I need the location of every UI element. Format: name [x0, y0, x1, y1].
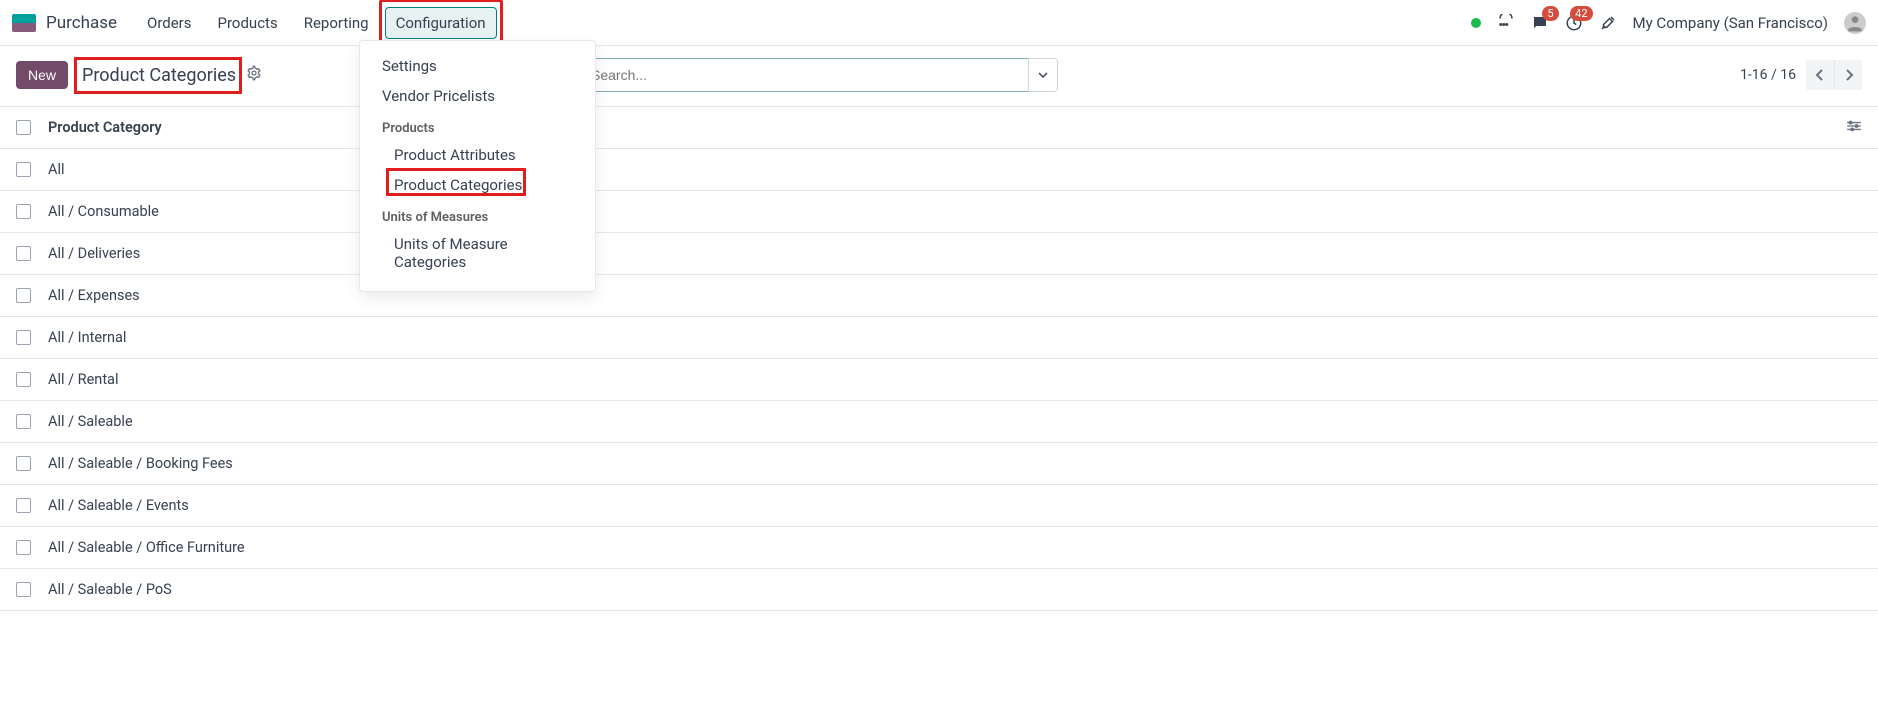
- row-checkbox[interactable]: [16, 540, 31, 555]
- app-icon[interactable]: [12, 14, 36, 32]
- nav-item-orders[interactable]: Orders: [137, 8, 202, 38]
- company-switcher[interactable]: My Company (San Francisco): [1633, 14, 1828, 32]
- tools-icon[interactable]: [1599, 14, 1617, 32]
- dropdown-product-categories-label: Product Categories: [394, 176, 522, 194]
- control-bar: New Product Categories 1-16 / 16: [0, 46, 1878, 106]
- table-row[interactable]: All / Expenses: [0, 275, 1878, 317]
- pager-text: 1-16 / 16: [1740, 67, 1796, 83]
- table-header-row: Product Category: [0, 107, 1878, 149]
- nav-item-configuration[interactable]: Configuration: [385, 7, 497, 39]
- table-row[interactable]: All / Internal: [0, 317, 1878, 359]
- select-all-checkbox[interactable]: [16, 120, 31, 135]
- table-row[interactable]: All / Consumable: [0, 191, 1878, 233]
- dropdown-product-categories[interactable]: Product Categories: [360, 170, 595, 200]
- category-name: All / Consumable: [46, 203, 1862, 220]
- row-checkbox[interactable]: [16, 414, 31, 429]
- table-row[interactable]: All / Saleable / Booking Fees: [0, 443, 1878, 485]
- dropdown-uom-header: Units of Measures: [360, 200, 595, 229]
- search-wrap: [580, 58, 1058, 92]
- row-checkbox[interactable]: [16, 498, 31, 513]
- category-name: All / Saleable / PoS: [46, 581, 1862, 598]
- nav-items: Orders Products Reporting Configuration: [137, 7, 497, 39]
- category-name: All / Saleable / Events: [46, 497, 1862, 514]
- pager-area: 1-16 / 16: [1740, 60, 1862, 90]
- row-checkbox[interactable]: [16, 456, 31, 471]
- pager-prev[interactable]: [1806, 60, 1834, 90]
- pager-next[interactable]: [1834, 60, 1862, 90]
- search-dropdown-toggle[interactable]: [1028, 58, 1058, 92]
- new-button[interactable]: New: [16, 61, 68, 89]
- app-title[interactable]: Purchase: [46, 13, 117, 33]
- user-avatar[interactable]: [1844, 12, 1866, 34]
- dropdown-products-header: Products: [360, 111, 595, 140]
- voip-icon[interactable]: [1497, 14, 1515, 32]
- category-name: All / Deliveries: [46, 245, 1862, 262]
- table-row[interactable]: All / Saleable: [0, 401, 1878, 443]
- messages-icon[interactable]: 5: [1531, 14, 1549, 32]
- row-checkbox[interactable]: [16, 204, 31, 219]
- gear-icon[interactable]: [246, 65, 262, 85]
- column-header-category[interactable]: Product Category: [46, 119, 1846, 136]
- category-name: All / Saleable / Booking Fees: [46, 455, 1862, 472]
- column-options-icon[interactable]: [1846, 120, 1862, 136]
- category-name: All / Saleable / Office Furniture: [46, 539, 1862, 556]
- category-name: All: [46, 161, 1862, 178]
- top-nav: Purchase Orders Products Reporting Confi…: [0, 0, 1878, 46]
- row-checkbox[interactable]: [16, 288, 31, 303]
- table-row[interactable]: All / Deliveries: [0, 233, 1878, 275]
- breadcrumb: Product Categories: [78, 63, 240, 88]
- dropdown-uom-categories[interactable]: Units of Measure Categories: [360, 229, 595, 277]
- category-name: All / Rental: [46, 371, 1862, 388]
- search-input[interactable]: [580, 58, 1028, 92]
- topnav-right: 5 42 My Company (San Francisco): [1471, 12, 1866, 34]
- table-row[interactable]: All / Saleable / PoS: [0, 569, 1878, 611]
- table-row[interactable]: All: [0, 149, 1878, 191]
- nav-item-reporting[interactable]: Reporting: [294, 8, 379, 38]
- row-checkbox[interactable]: [16, 582, 31, 597]
- activities-badge: 42: [1570, 6, 1592, 21]
- table-row[interactable]: All / Saleable / Events: [0, 485, 1878, 527]
- activities-icon[interactable]: 42: [1565, 14, 1583, 32]
- dropdown-vendor-pricelists[interactable]: Vendor Pricelists: [360, 81, 595, 111]
- table-row[interactable]: All / Rental: [0, 359, 1878, 401]
- category-name: All / Expenses: [46, 287, 1862, 304]
- status-dot: [1471, 18, 1481, 28]
- row-checkbox[interactable]: [16, 162, 31, 177]
- row-checkbox[interactable]: [16, 330, 31, 345]
- category-name: All / Internal: [46, 329, 1862, 346]
- dropdown-product-attributes[interactable]: Product Attributes: [360, 140, 595, 170]
- row-checkbox[interactable]: [16, 372, 31, 387]
- table-row[interactable]: All / Saleable / Office Furniture: [0, 527, 1878, 569]
- row-checkbox[interactable]: [16, 246, 31, 261]
- nav-item-products[interactable]: Products: [208, 8, 288, 38]
- configuration-dropdown: Settings Vendor Pricelists Products Prod…: [359, 40, 596, 292]
- categories-table: Product Category All All / Consumable All …: [0, 106, 1878, 611]
- dropdown-settings[interactable]: Settings: [360, 51, 595, 81]
- messages-badge: 5: [1542, 6, 1558, 21]
- category-name: All / Saleable: [46, 413, 1862, 430]
